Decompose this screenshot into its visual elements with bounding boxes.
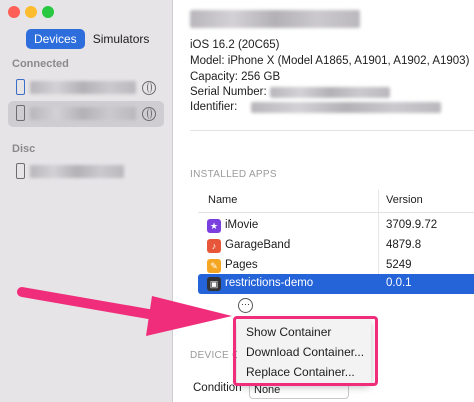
device-row-selected[interactable]	[8, 101, 164, 127]
annotation-highlight-box	[233, 316, 378, 386]
table-row[interactable]: ♪ GarageBand 4879.8	[198, 236, 474, 256]
device-row-disconnected[interactable]	[8, 159, 164, 185]
redacted-device-title	[190, 10, 360, 28]
app-version: 3709.9.72	[386, 219, 438, 231]
app-name: iMovie	[225, 219, 259, 231]
iphone-icon	[16, 105, 25, 121]
identifier-label: Identifier:	[190, 101, 238, 113]
redacted-device-name	[30, 107, 136, 120]
ios-version: iOS 16.2 (20C65)	[190, 39, 280, 51]
table-row[interactable]: ✎ Pages 5249	[198, 256, 474, 276]
imovie-icon: ★	[207, 219, 221, 233]
column-header-version[interactable]: Version	[386, 194, 423, 206]
app-version: 4879.8	[386, 239, 422, 251]
devices-simulators-segment: Devices Simulators	[26, 29, 157, 49]
tab-devices[interactable]: Devices	[26, 29, 85, 49]
pages-icon: ✎	[207, 259, 221, 273]
divider	[190, 130, 474, 131]
sidebar: Devices Simulators Connected Disc	[0, 0, 173, 402]
network-globe-icon	[142, 81, 156, 95]
iphone-icon	[16, 163, 25, 179]
table-row[interactable]: ★ iMovie 3709.9.72	[198, 216, 474, 236]
app-icon: ▣	[207, 277, 221, 291]
iphone-icon	[16, 79, 25, 95]
app-version: 5249	[386, 259, 412, 271]
redacted-device-name	[30, 165, 124, 178]
app-name: restrictions-demo	[225, 277, 314, 289]
app-name: GarageBand	[225, 239, 291, 251]
more-options-button[interactable]: ⋯	[238, 298, 253, 313]
column-header-name[interactable]: Name	[208, 194, 237, 206]
minimize-window-button[interactable]	[25, 6, 37, 18]
redacted-serial	[270, 87, 390, 98]
app-version: 0.0.1	[386, 277, 412, 289]
zoom-window-button[interactable]	[42, 6, 54, 18]
redacted-device-name	[30, 81, 136, 94]
header-divider	[198, 212, 474, 213]
garageband-icon: ♪	[207, 239, 221, 253]
model-info: Model: iPhone X (Model A1865, A1901, A19…	[190, 55, 470, 67]
app-name: Pages	[225, 259, 258, 271]
disconnected-header: Disc	[12, 143, 36, 155]
connected-header: Connected	[12, 58, 69, 70]
close-window-button[interactable]	[8, 6, 20, 18]
network-globe-icon	[142, 107, 156, 121]
table-row-selected[interactable]: ▣ restrictions-demo 0.0.1	[198, 274, 474, 294]
capacity-info: Capacity: 256 GB	[190, 71, 281, 83]
installed-apps-header: INSTALLED APPS	[190, 169, 277, 180]
device-row-1[interactable]	[8, 75, 164, 101]
serial-number-label: Serial Number:	[190, 86, 267, 98]
tab-simulators[interactable]: Simulators	[85, 29, 158, 49]
redacted-identifier	[251, 102, 441, 113]
